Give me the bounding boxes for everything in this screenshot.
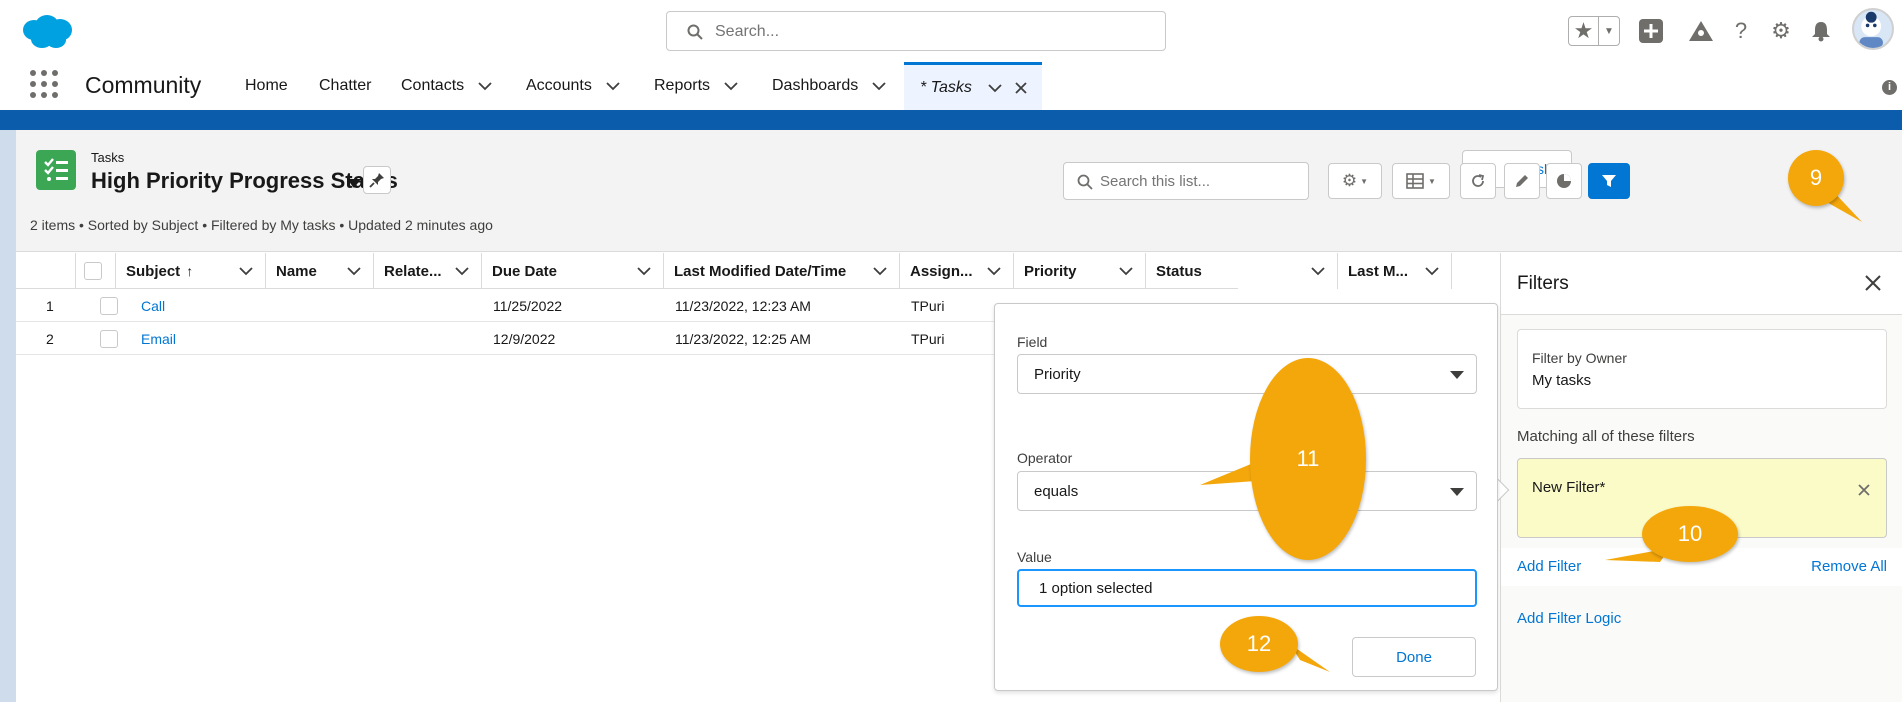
callout-10: 10 bbox=[1642, 506, 1738, 562]
callout-number: 9 bbox=[1809, 165, 1823, 190]
callout-9: 9 bbox=[1788, 150, 1844, 206]
callout-number: 12 bbox=[1246, 631, 1272, 656]
callout-11: 11 bbox=[1250, 358, 1366, 560]
callout-number: 11 bbox=[1296, 446, 1320, 471]
callout-12: 12 bbox=[1220, 616, 1298, 672]
callout-number: 10 bbox=[1677, 521, 1703, 546]
callout-pointers bbox=[1200, 188, 1862, 672]
